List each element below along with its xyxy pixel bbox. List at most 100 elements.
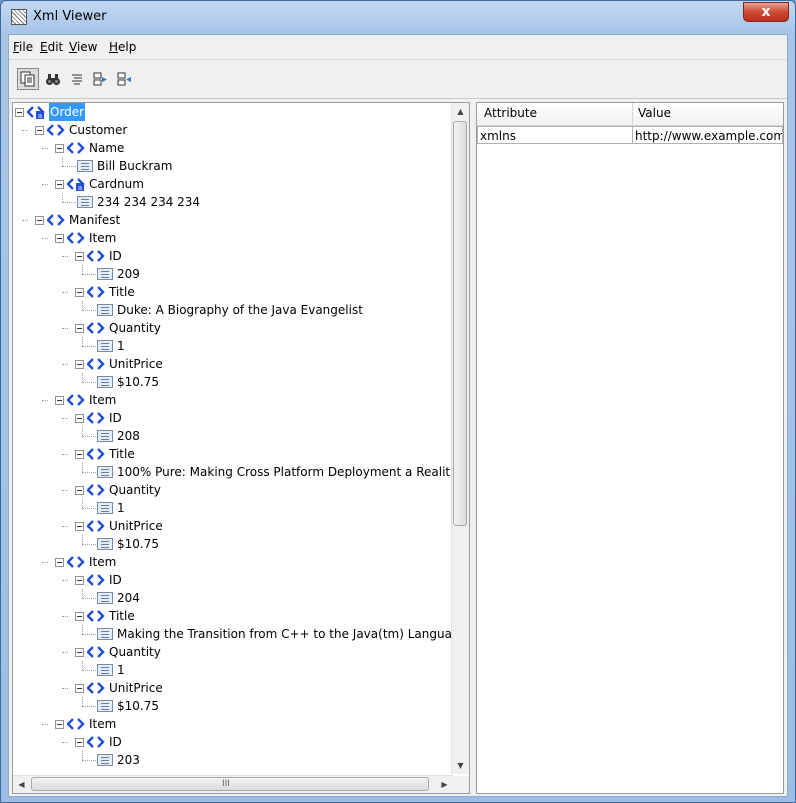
align-text-button[interactable] [66,68,88,90]
collapse-toggle-icon[interactable] [75,414,84,423]
tree-node-label[interactable]: UnitPrice [109,355,163,373]
copy-button[interactable] [17,68,39,90]
tree-node-label[interactable]: 100% Pure: Making Cross Platform Deploym… [117,463,450,481]
collapse-toggle-icon[interactable] [15,108,24,117]
tree-horizontal-scrollbar[interactable]: ◀ III ▶ [13,775,453,793]
tree-node-label[interactable]: Name [89,139,124,157]
column-divider[interactable] [632,103,633,125]
menu-edit[interactable]: Edit [40,40,63,54]
tree-text-node[interactable]: Bill Buckram [13,157,453,175]
tree-element-node[interactable]: UnitPrice [13,355,453,373]
collapse-toggle-icon[interactable] [75,450,84,459]
tree-node-label[interactable]: Quantity [109,643,161,661]
collapse-toggle-icon[interactable] [55,144,64,153]
table-row[interactable]: xmlns http://www.example.com... [477,126,783,144]
tree-element-node[interactable]: UnitPrice [13,679,453,697]
collapse-toggle-icon[interactable] [75,252,84,261]
tree-text-node[interactable]: 100% Pure: Making Cross Platform Deploym… [13,463,453,481]
tree-node-label[interactable]: Quantity [109,481,161,499]
tree-node-label[interactable]: UnitPrice [109,679,163,697]
tree-node-label[interactable]: Title [109,607,135,625]
tree-element-node[interactable]: Manifest [13,211,453,229]
tree-node-label[interactable]: ID [109,733,122,751]
collapse-toggle-icon[interactable] [75,612,84,621]
collapse-toggle-icon[interactable] [75,522,84,531]
tree-node-label[interactable]: Order [49,103,86,121]
tree-text-node[interactable]: Duke: A Biography of the Java Evangelist [13,301,453,319]
menu-help[interactable]: Help [109,40,136,54]
tree-element-node[interactable]: a Order [13,103,453,121]
tree-node-label[interactable]: Quantity [109,319,161,337]
tree-element-node[interactable]: Title [13,445,453,463]
tree-node-label[interactable]: Making the Transition from C++ to the Ja… [117,625,452,643]
tree-node-label[interactable]: 203 [117,751,140,769]
tree-element-node[interactable]: Name [13,139,453,157]
attribute-cell[interactable]: xmlns [477,126,633,144]
tree-node-label[interactable]: ID [109,571,122,589]
tree-element-node[interactable]: Title [13,607,453,625]
tree-element-node[interactable]: Title [13,283,453,301]
xml-tree[interactable]: a Order Customer Name Bill Buckram a Cardnum 23… [13,103,453,774]
tree-element-node[interactable]: Item [13,715,453,733]
tree-text-node[interactable]: 209 [13,265,453,283]
collapse-toggle-icon[interactable] [75,684,84,693]
tree-node-label[interactable]: Item [89,715,116,733]
menu-file[interactable]: File [13,40,33,54]
horizontal-scroll-thumb[interactable]: III [31,777,429,791]
tree-node-label[interactable]: UnitPrice [109,517,163,535]
tree-node-label[interactable]: 1 [117,337,125,355]
tree-text-node[interactable]: 208 [13,427,453,445]
collapse-toggle-icon[interactable] [75,576,84,585]
tree-element-node[interactable]: ID [13,409,453,427]
collapse-toggle-icon[interactable] [55,558,64,567]
expand-all-button[interactable] [89,68,111,90]
scroll-right-arrow-icon[interactable]: ▶ [436,776,453,793]
collapse-toggle-icon[interactable] [75,288,84,297]
tree-text-node[interactable]: $10.75 [13,373,453,391]
tree-node-label[interactable]: $10.75 [117,373,159,391]
tree-node-label[interactable]: Bill Buckram [97,157,172,175]
tree-node-label[interactable]: 1 [117,499,125,517]
tree-text-node[interactable]: 204 [13,589,453,607]
tree-node-label[interactable]: Title [109,283,135,301]
collapse-toggle-icon[interactable] [55,396,64,405]
tree-text-node[interactable]: 234 234 234 234 [13,193,453,211]
tree-element-node[interactable]: Quantity [13,481,453,499]
collapse-toggle-icon[interactable] [75,486,84,495]
tree-element-node[interactable]: Customer [13,121,453,139]
tree-text-node[interactable]: 1 [13,661,453,679]
tree-node-label[interactable]: Item [89,229,116,247]
tree-node-label[interactable]: 208 [117,427,140,445]
tree-node-label[interactable]: ID [109,247,122,265]
collapse-toggle-icon[interactable] [75,360,84,369]
tree-node-label[interactable]: Duke: A Biography of the Java Evangelist [117,301,363,319]
tree-node-label[interactable]: Cardnum [89,175,144,193]
collapse-toggle-icon[interactable] [75,324,84,333]
tree-text-node[interactable]: 203 [13,751,453,769]
tree-node-label[interactable]: Manifest [69,211,120,229]
tree-vertical-scrollbar[interactable]: ▲ ▼ [451,103,469,774]
tree-element-node[interactable]: Item [13,553,453,571]
scroll-down-arrow-icon[interactable]: ▼ [452,757,469,774]
scroll-left-arrow-icon[interactable]: ◀ [13,776,30,793]
collapse-toggle-icon[interactable] [55,720,64,729]
collapse-toggle-icon[interactable] [55,234,64,243]
collapse-all-button[interactable] [113,68,135,90]
tree-node-label[interactable]: 1 [117,661,125,679]
tree-element-node[interactable]: ID [13,247,453,265]
vertical-scroll-thumb[interactable] [453,121,467,526]
scroll-up-arrow-icon[interactable]: ▲ [452,103,469,120]
collapse-toggle-icon[interactable] [35,216,44,225]
menu-view[interactable]: View [69,40,97,54]
tree-node-label[interactable]: Title [109,445,135,463]
tree-node-label[interactable]: 234 234 234 234 [97,193,200,211]
column-header-value[interactable]: Value [638,106,671,120]
collapse-toggle-icon[interactable] [35,126,44,135]
close-button[interactable]: x [743,2,789,22]
tree-element-node[interactable]: Quantity [13,643,453,661]
find-button[interactable] [42,68,64,90]
tree-element-node[interactable]: Item [13,391,453,409]
tree-element-node[interactable]: a Cardnum [13,175,453,193]
tree-element-node[interactable]: UnitPrice [13,517,453,535]
title-bar[interactable]: Xml Viewer x [1,1,795,34]
